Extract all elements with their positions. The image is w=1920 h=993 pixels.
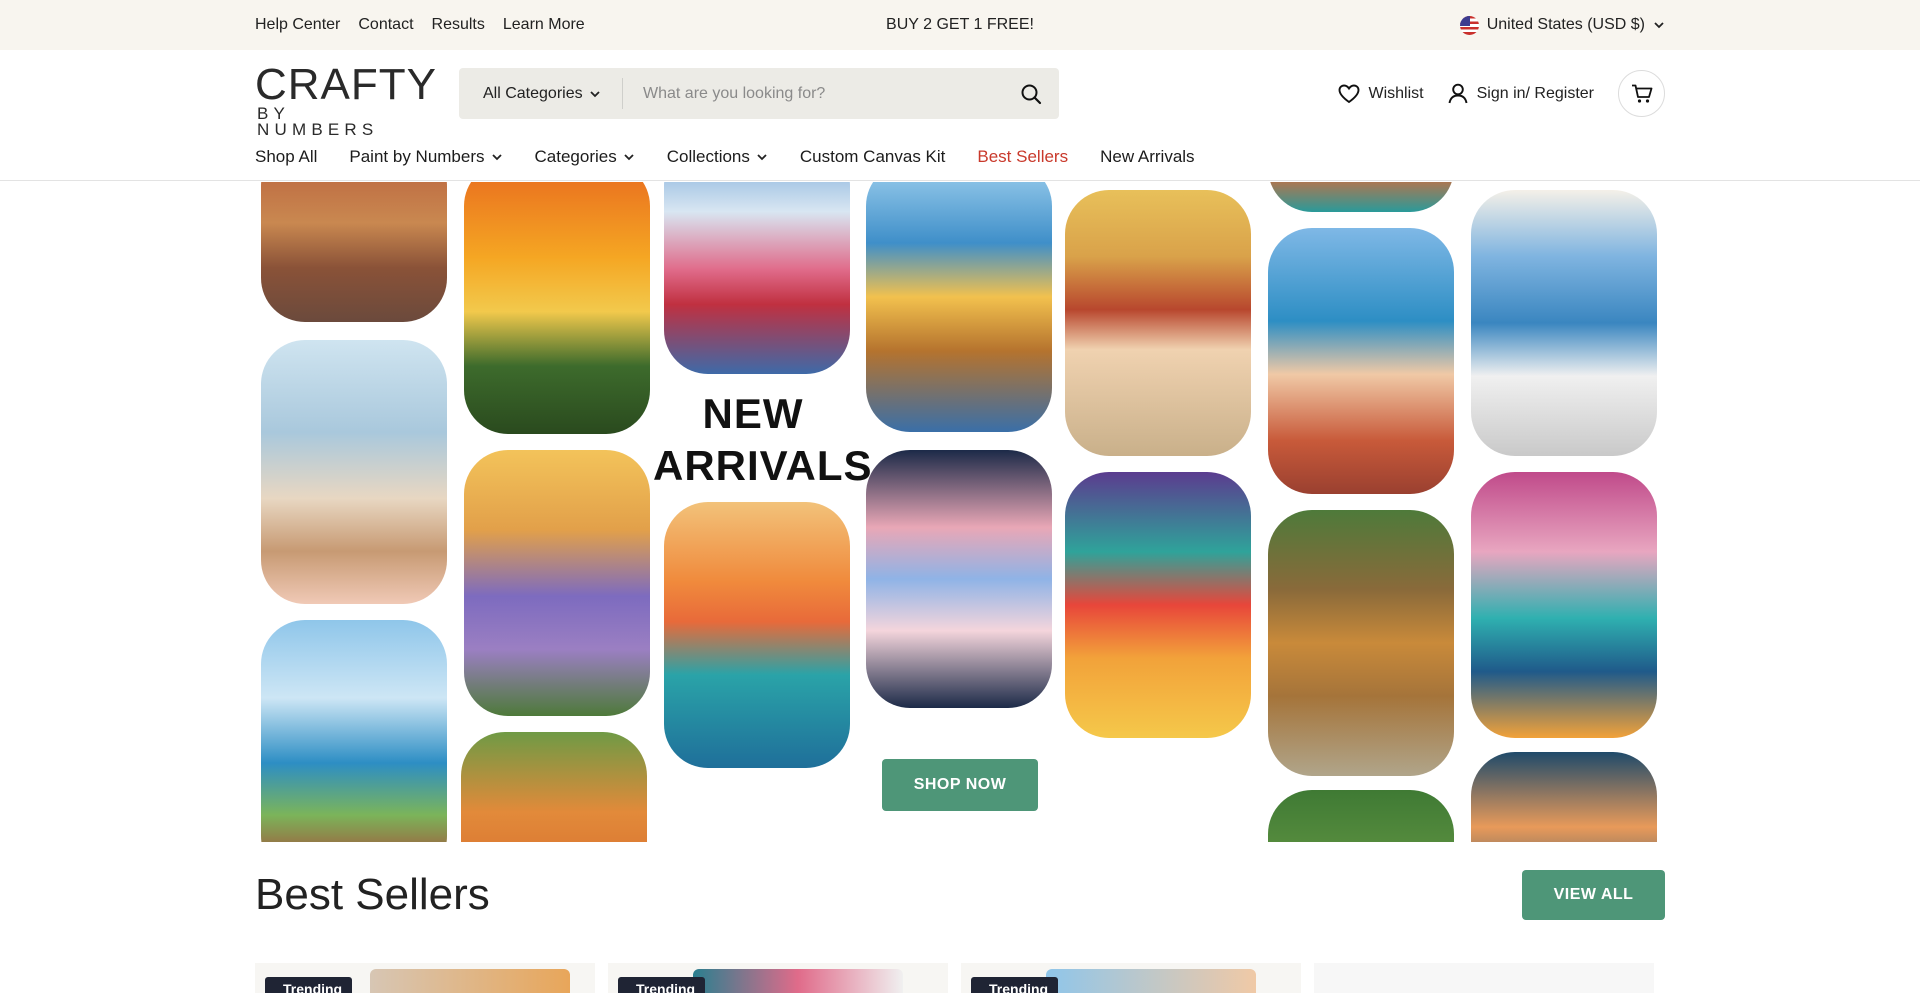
heart-icon	[1338, 84, 1359, 103]
hero-title: NEW ARRIVALS	[653, 388, 873, 492]
help-center-link[interactable]: Help Center	[255, 16, 340, 34]
main-nav: Shop All Paint by Numbers Categories Col…	[255, 143, 1195, 171]
artwork-peonies-tile[interactable]	[866, 450, 1052, 708]
artwork-mosaic-tile[interactable]	[1268, 182, 1454, 212]
artwork-pagoda-tile[interactable]	[664, 182, 850, 374]
nav-label: New Arrivals	[1100, 147, 1195, 166]
wishlist-link[interactable]: Wishlist	[1338, 84, 1424, 104]
cart-button[interactable]	[1618, 70, 1665, 117]
announcement-bar: Help Center Contact Results Learn More B…	[0, 0, 1920, 50]
nav-categories[interactable]: Categories	[535, 147, 635, 167]
product-card[interactable]: Trending	[608, 963, 948, 993]
chevron-down-icon	[589, 90, 600, 97]
trending-badge: Trending	[618, 977, 706, 993]
hero-title-line-2: ARRIVALS	[653, 442, 873, 489]
nav-paint-by-numbers[interactable]: Paint by Numbers	[349, 147, 502, 167]
utility-links: Help Center Contact Results Learn More	[255, 0, 585, 50]
artwork-sunset-wave-tile[interactable]	[664, 502, 850, 768]
chevron-down-icon	[491, 154, 502, 161]
results-link[interactable]: Results	[432, 16, 485, 34]
artwork-green-arch-tile[interactable]	[1268, 790, 1454, 842]
search-icon	[1021, 84, 1042, 104]
account-link[interactable]: Sign in/ Register	[1448, 83, 1594, 104]
artwork-tree-of-life-tile[interactable]	[1065, 472, 1251, 738]
chevron-down-icon	[757, 154, 767, 161]
nav-best-sellers[interactable]: Best Sellers	[977, 147, 1068, 167]
logo-line-1: CRAFTY	[255, 60, 437, 109]
learn-more-link[interactable]: Learn More	[503, 16, 585, 34]
nav-collections[interactable]: Collections	[667, 147, 768, 167]
nav-shop-all[interactable]: Shop All	[255, 147, 317, 167]
product-image	[693, 969, 903, 993]
artwork-balcony-daisies-tile[interactable]	[1471, 190, 1657, 456]
artwork-orange-door-tile[interactable]	[461, 732, 647, 842]
trending-badge: Trending	[971, 977, 1059, 993]
artwork-wooden-door-tile[interactable]	[1268, 510, 1454, 776]
search-bar: All Categories	[459, 68, 1059, 119]
artwork-bicycle-tile[interactable]	[261, 182, 447, 322]
nav-new-arrivals[interactable]: New Arrivals	[1100, 147, 1194, 167]
trending-badge: Trending	[265, 977, 353, 993]
search-input[interactable]	[623, 68, 1003, 119]
artwork-sunflowers-tile[interactable]	[464, 182, 650, 434]
artwork-seaside-terrace-tile[interactable]	[1268, 228, 1454, 494]
hero-title-line-1: NEW	[702, 390, 804, 437]
artwork-paris-window-tile[interactable]	[261, 340, 447, 604]
view-all-button[interactable]: VIEW ALL	[1522, 870, 1665, 920]
us-flag-icon	[1459, 15, 1479, 35]
locale-label: United States (USD $)	[1486, 16, 1645, 33]
category-select[interactable]: All Categories	[459, 78, 623, 109]
contact-link[interactable]: Contact	[358, 16, 413, 34]
artwork-pink-wave-tile[interactable]	[1471, 472, 1657, 738]
product-image	[1046, 969, 1256, 993]
nav-label: Shop All	[255, 147, 318, 166]
account-label: Sign in/ Register	[1476, 84, 1594, 102]
shop-now-button[interactable]: SHOP NOW	[882, 759, 1038, 811]
nav-label: Custom Canvas Kit	[799, 147, 946, 166]
product-image	[370, 969, 570, 993]
artwork-vineyard-tile[interactable]	[464, 450, 650, 716]
best-sellers-carousel: Trending Trending Trending	[255, 955, 1920, 993]
product-card[interactable]	[1314, 963, 1654, 993]
nav-label: Collections	[666, 147, 750, 166]
nav-label: Paint by Numbers	[349, 147, 485, 166]
header-actions: Wishlist Sign in/ Register	[1338, 70, 1665, 117]
site-header: CRAFTY BY NUMBERS All Categories Wishlis…	[0, 50, 1920, 181]
artwork-coastal-car-tile[interactable]	[261, 620, 447, 842]
cart-icon	[1631, 84, 1652, 103]
best-sellers-title: Best Sellers	[255, 870, 490, 919]
chevron-down-icon	[1654, 22, 1664, 29]
user-icon	[1448, 83, 1468, 104]
artwork-floral-pattern-tile[interactable]	[1471, 752, 1657, 842]
category-select-label: All Categories	[483, 84, 583, 102]
search-button[interactable]	[1003, 68, 1059, 119]
nav-label: Categories	[534, 147, 617, 166]
wishlist-label: Wishlist	[1368, 84, 1424, 102]
site-logo[interactable]: CRAFTY BY NUMBERS	[255, 60, 437, 139]
logo-line-2: BY NUMBERS	[257, 104, 379, 139]
locale-selector[interactable]: United States (USD $)	[1459, 0, 1665, 50]
product-card[interactable]: Trending	[961, 963, 1301, 993]
artwork-pancakes-tile[interactable]	[866, 182, 1052, 432]
hero-collage: NEW ARRIVALS SHOP NOW	[255, 182, 1665, 842]
nav-label: Best Sellers	[977, 147, 1069, 166]
artwork-stained-glass-woman-tile[interactable]	[1065, 190, 1251, 456]
nav-custom-canvas-kit[interactable]: Custom Canvas Kit	[800, 147, 946, 167]
chevron-down-icon	[624, 154, 634, 161]
product-card[interactable]: Trending	[255, 963, 595, 993]
